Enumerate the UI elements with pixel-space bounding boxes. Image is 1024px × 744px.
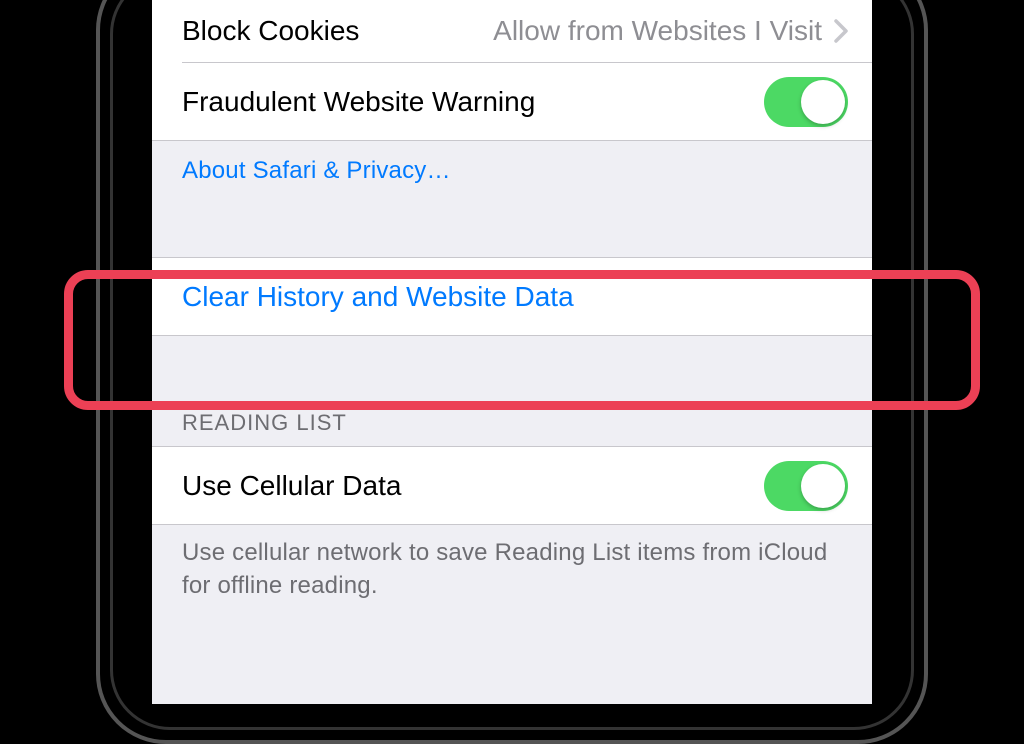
toggle-knob (801, 464, 845, 508)
use-cellular-data-toggle[interactable] (764, 461, 848, 511)
about-safari-privacy-link[interactable]: About Safari & Privacy… (182, 157, 451, 184)
reading-list-footer: Use cellular network to save Reading Lis… (152, 525, 872, 620)
block-cookies-label: Block Cookies (182, 15, 359, 47)
block-cookies-row[interactable]: Block Cookies Allow from Websites I Visi… (152, 0, 872, 62)
clear-history-group: Clear History and Website Data (152, 257, 872, 336)
fraudulent-website-warning-toggle[interactable] (764, 77, 848, 127)
clear-history-label: Clear History and Website Data (182, 281, 574, 313)
fraudulent-website-warning-row[interactable]: Fraudulent Website Warning (152, 63, 872, 140)
settings-screen: Block Cookies Allow from Websites I Visi… (152, 0, 872, 704)
clear-history-row[interactable]: Clear History and Website Data (152, 258, 872, 335)
reading-list-header: READING LIST (152, 336, 872, 446)
use-cellular-data-row[interactable]: Use Cellular Data (152, 447, 872, 524)
block-cookies-value: Allow from Websites I Visit (371, 15, 822, 47)
chevron-right-icon (834, 19, 848, 43)
reading-list-group: Use Cellular Data (152, 446, 872, 525)
toggle-knob (801, 80, 845, 124)
privacy-group: Block Cookies Allow from Websites I Visi… (152, 0, 872, 141)
fraudulent-website-warning-label: Fraudulent Website Warning (182, 86, 535, 118)
use-cellular-data-label: Use Cellular Data (182, 470, 401, 502)
